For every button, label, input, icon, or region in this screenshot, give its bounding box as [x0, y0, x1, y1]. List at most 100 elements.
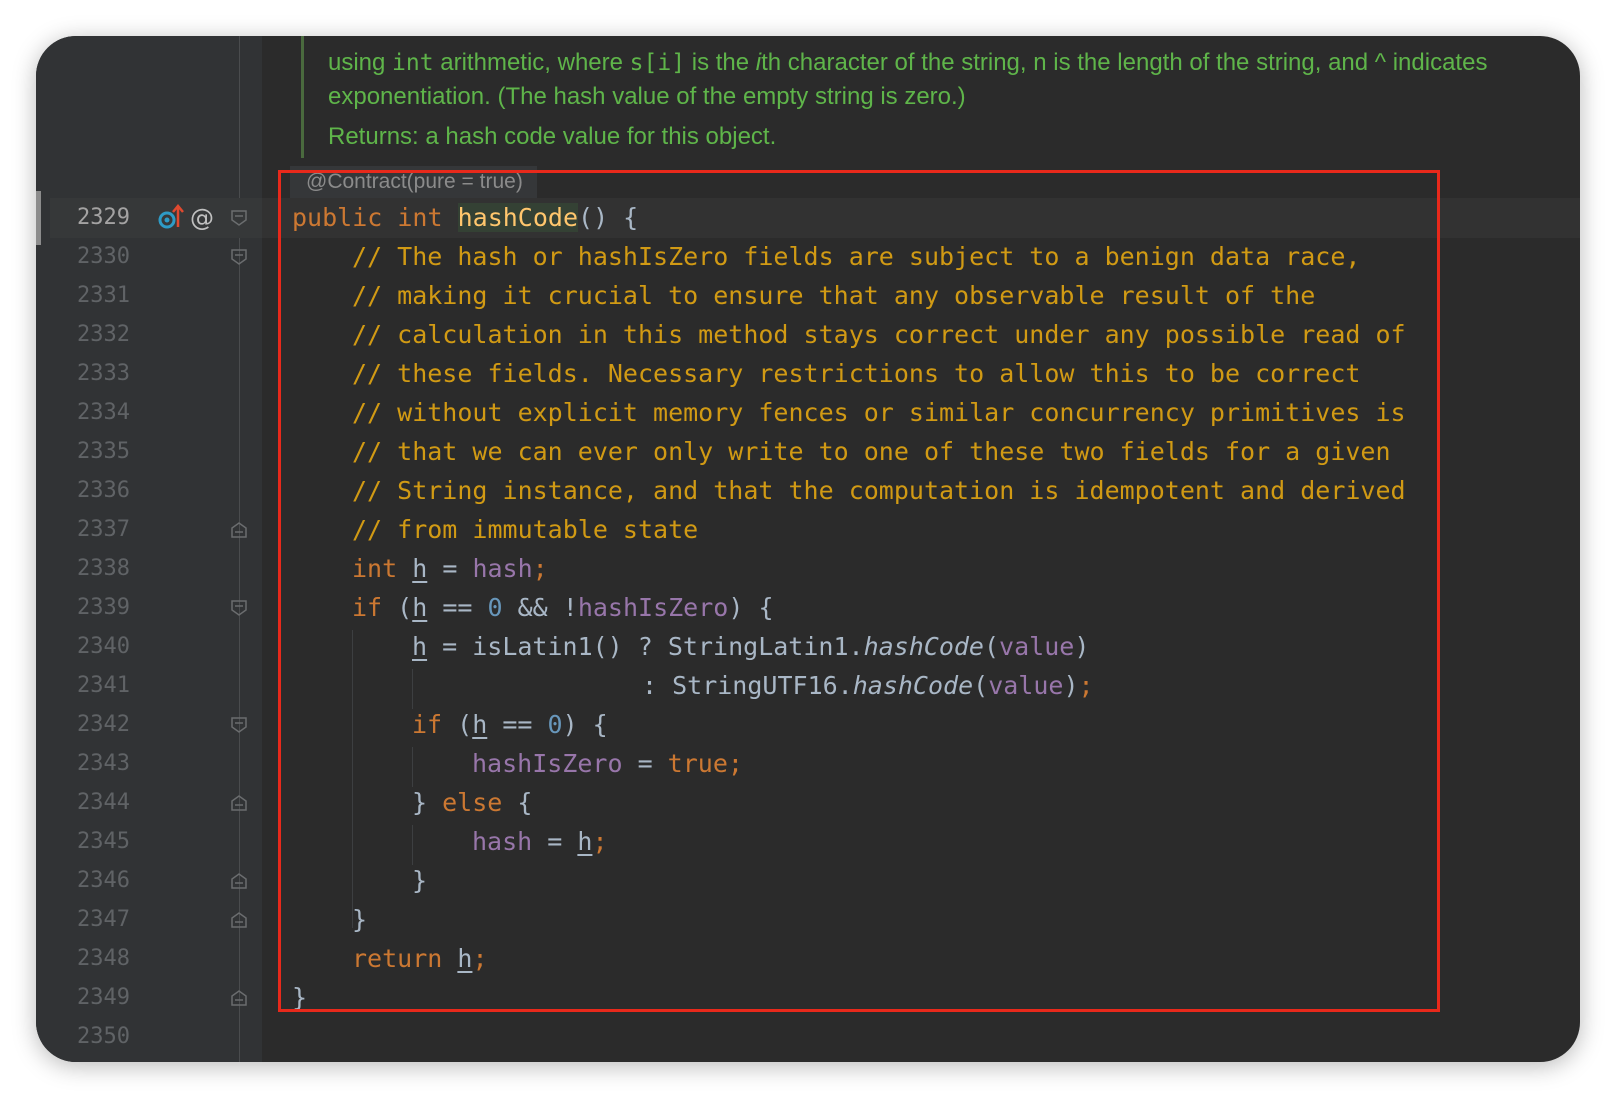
code-text[interactable]: } else { — [412, 783, 532, 823]
line-number[interactable]: 2340 — [60, 627, 130, 667]
code-editor-window: using int arithmetic, where s[i] is the … — [36, 36, 1580, 1062]
line-number[interactable]: 2332 — [60, 315, 130, 355]
comment-text[interactable]: // from immutable state — [352, 510, 698, 550]
field-ref: hashIsZero — [577, 593, 729, 622]
code-line: 2349 } — [50, 978, 1580, 1018]
closing-brace[interactable]: } — [352, 900, 367, 940]
comment-text[interactable]: // The hash or hashIsZero fields are sub… — [352, 237, 1360, 277]
line-number[interactable]: 2350 — [60, 1017, 130, 1057]
code-line: 2345 hash = h; — [50, 822, 1580, 862]
closing-brace[interactable]: } — [412, 861, 427, 901]
doc-text: is the — [685, 49, 756, 76]
semicolon: ; — [727, 749, 743, 778]
line-number[interactable]: 2334 — [60, 393, 130, 433]
code-line: 2333 // these fields. Necessary restrict… — [50, 354, 1580, 394]
tool-window-marker[interactable] — [36, 191, 41, 245]
line-number[interactable]: 2344 — [60, 783, 130, 823]
line-number[interactable]: 2342 — [60, 705, 130, 745]
line-number[interactable]: 2348 — [60, 939, 130, 979]
doc-text: th character of the string, n is the len… — [761, 49, 1488, 76]
punctuation: ( — [973, 671, 989, 700]
at-sign-icon[interactable]: @ — [190, 198, 214, 238]
code-line: 2348 return h; — [50, 939, 1580, 979]
code-line: 2343 hashIsZero = true; — [50, 744, 1580, 784]
fold-close-icon[interactable] — [230, 794, 248, 812]
doc-returns: Returns: a hash code value for this obje… — [328, 123, 777, 150]
field-ref: hash — [472, 554, 533, 583]
comment-text[interactable]: // String instance, and that the computa… — [352, 471, 1406, 511]
method-name: hashCode — [457, 203, 579, 232]
line-number[interactable]: 2336 — [60, 471, 130, 511]
line-number[interactable]: 2333 — [60, 354, 130, 394]
code-text[interactable]: int h = hash; — [352, 549, 548, 589]
comment-text[interactable]: // that we can ever only write to one of… — [352, 432, 1391, 472]
number-literal: 0 — [547, 710, 563, 739]
code-line: 2347 } — [50, 900, 1580, 940]
code-text[interactable]: return h; — [352, 939, 488, 979]
line-number[interactable]: 2341 — [60, 666, 130, 706]
comment-text[interactable]: // calculation in this method stays corr… — [352, 315, 1406, 355]
code-line: 2338 int h = hash; — [50, 549, 1580, 589]
code-text[interactable]: public int hashCode() { — [292, 198, 638, 238]
code-text[interactable]: hashIsZero = true; — [472, 744, 743, 784]
fold-close-icon[interactable] — [230, 521, 248, 539]
operator: == — [427, 593, 488, 622]
closing-brace[interactable]: } — [292, 978, 307, 1018]
variable: h — [577, 827, 593, 856]
inferred-annotation[interactable]: @Contract(pure = true) — [290, 166, 537, 198]
fold-open-icon[interactable] — [230, 599, 248, 617]
keyword: int — [352, 554, 398, 583]
fold-open-icon[interactable] — [230, 716, 248, 734]
fold-open-icon[interactable] — [230, 248, 248, 266]
code-line: 2331 // making it crucial to ensure that… — [50, 276, 1580, 316]
code-line: 2341 : StringUTF16.hashCode(value); — [50, 666, 1580, 706]
comment-text[interactable]: // these fields. Necessary restrictions … — [352, 354, 1360, 394]
keyword: int — [397, 203, 443, 232]
code-text[interactable]: if (h == 0 && !hashIsZero) { — [352, 588, 774, 628]
line-number[interactable]: 2349 — [60, 978, 130, 1018]
doc-code: int — [392, 50, 434, 76]
code-line: 2334 // without explicit memory fences o… — [50, 393, 1580, 433]
code-text[interactable]: h = isLatin1() ? StringLatin1.hashCode(v… — [412, 627, 1089, 667]
code-line: 2330 // The hash or hashIsZero fields ar… — [50, 237, 1580, 277]
line-number[interactable]: 2338 — [60, 549, 130, 589]
variable: h — [412, 593, 428, 622]
keyword: true — [667, 749, 728, 778]
code-line: 2346 } — [50, 861, 1580, 901]
fold-close-icon[interactable] — [230, 872, 248, 890]
code-line: 2329 @ public int hashCode() { — [50, 198, 1580, 238]
line-number[interactable]: 2330 — [60, 237, 130, 277]
fold-close-icon[interactable] — [230, 911, 248, 929]
line-number[interactable]: 2331 — [60, 276, 130, 316]
code-line: 2339 if (h == 0 && !hashIsZero) { — [50, 588, 1580, 628]
line-number[interactable]: 2329 — [60, 198, 130, 238]
code-text[interactable]: hash = h; — [472, 822, 608, 862]
number-literal: 0 — [487, 593, 503, 622]
fold-open-icon[interactable] — [230, 209, 248, 227]
line-number[interactable]: 2337 — [60, 510, 130, 550]
field-ref: hash — [472, 827, 533, 856]
comment-text[interactable]: // making it crucial to ensure that any … — [352, 276, 1315, 316]
line-number[interactable]: 2347 — [60, 900, 130, 940]
doc-line-2: exponentiation. (The hash value of the e… — [328, 83, 966, 110]
line-number[interactable]: 2343 — [60, 744, 130, 784]
code-text[interactable]: if (h == 0) { — [412, 705, 608, 745]
comment-text[interactable]: // without explicit memory fences or sim… — [352, 393, 1406, 433]
punctuation: ( — [382, 593, 413, 622]
keyword: return — [352, 944, 443, 973]
rendered-javadoc: using int arithmetic, where s[i] is the … — [328, 46, 1568, 154]
operator: = — [427, 554, 473, 583]
code-line: 2336 // String instance, and that the co… — [50, 471, 1580, 511]
line-number[interactable]: 2339 — [60, 588, 130, 628]
override-up-arrow-icon[interactable] — [158, 198, 184, 238]
line-number[interactable]: 2346 — [60, 861, 130, 901]
tool-window-strip — [36, 36, 50, 1062]
semicolon: ; — [1078, 671, 1094, 700]
fold-close-icon[interactable] — [230, 989, 248, 1007]
doc-line-1: using int arithmetic, where s[i] is the … — [328, 46, 1568, 80]
field-ref: value — [988, 671, 1064, 700]
line-number[interactable]: 2345 — [60, 822, 130, 862]
code-text[interactable]: : StringUTF16.hashCode(value); — [642, 666, 1094, 706]
punctuation: } — [412, 788, 443, 817]
line-number[interactable]: 2335 — [60, 432, 130, 472]
